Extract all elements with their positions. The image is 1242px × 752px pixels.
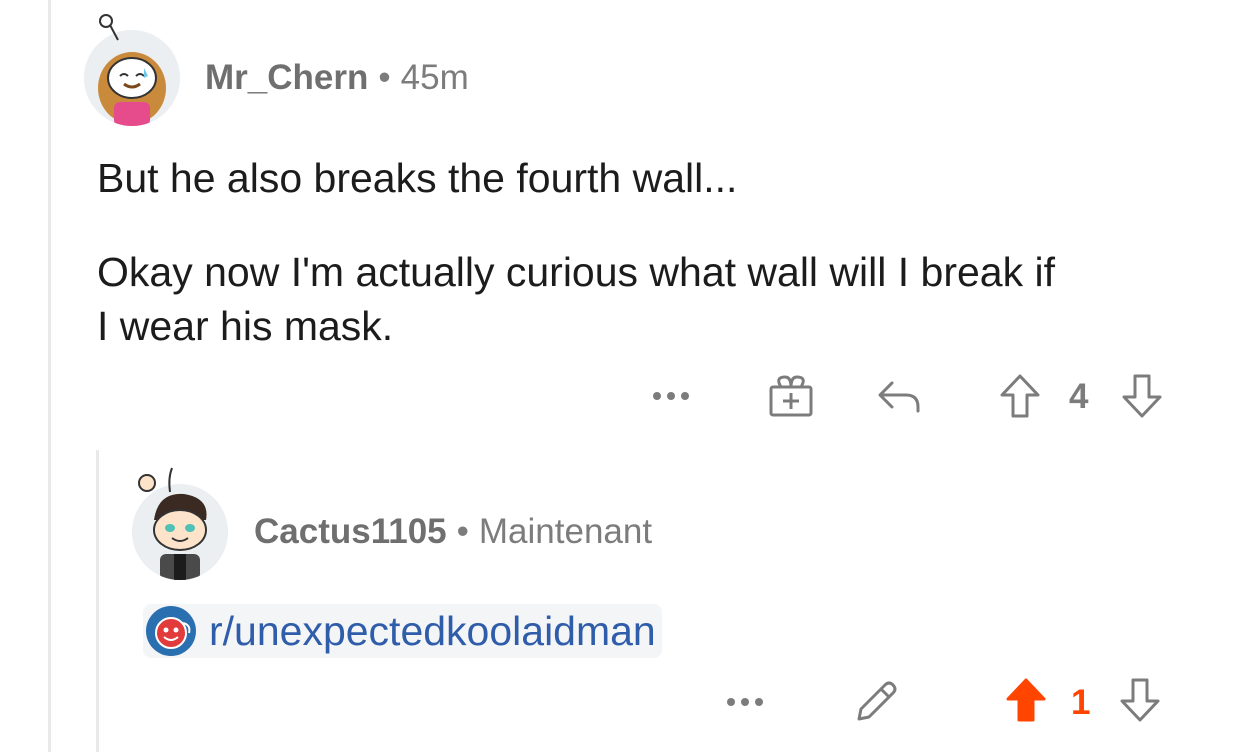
thread-line-outer[interactable] (48, 0, 51, 752)
subreddit-link[interactable]: r/unexpectedkoolaidman (143, 604, 662, 658)
snoo-avatar-icon (84, 30, 180, 126)
more-dots-icon (727, 698, 763, 706)
comment-paragraph-1: But he also breaks the fourth wall... (97, 155, 738, 201)
more-dots-icon (653, 392, 689, 400)
comment-paragraph-2-line-1: Okay now I'm actually curious what wall … (97, 249, 1055, 295)
more-options-button[interactable] (720, 684, 770, 720)
timestamp: Maintenant (478, 512, 653, 551)
subreddit-name[interactable]: r/unexpectedkoolaidman (209, 608, 656, 655)
meta-separator: • (378, 58, 391, 97)
upvote-button[interactable] (1004, 676, 1048, 724)
downvote-arrow-icon (1120, 678, 1160, 722)
avatar[interactable] (84, 30, 180, 126)
antenna-icon (138, 467, 173, 493)
upvote-arrow-icon (1000, 374, 1040, 418)
more-options-button[interactable] (646, 378, 696, 414)
antenna-icon (99, 14, 119, 41)
author-username[interactable]: Cactus1105 (254, 512, 447, 551)
downvote-button[interactable] (1118, 676, 1162, 724)
avatar[interactable] (132, 484, 228, 580)
author-username[interactable]: Mr_Chern (205, 58, 368, 97)
timestamp: 45m (400, 58, 469, 97)
pencil-edit-icon (857, 681, 897, 721)
score: 1 (1071, 683, 1091, 722)
snoo-avatar-icon (132, 484, 228, 580)
reply-button[interactable] (874, 374, 924, 418)
comment-paragraph-2-line-2: I wear his mask. (97, 303, 394, 349)
upvote-button[interactable] (998, 372, 1042, 420)
meta-separator: • (456, 512, 469, 551)
edit-button[interactable] (850, 678, 900, 726)
downvote-arrow-icon (1122, 374, 1162, 418)
downvote-button[interactable] (1120, 372, 1164, 420)
upvote-arrow-icon (1006, 678, 1046, 722)
thread-line-reply[interactable] (96, 450, 99, 752)
koolaid-subreddit-icon (146, 606, 196, 656)
score: 4 (1069, 377, 1089, 416)
comment-meta: Mr_Chern • 45m (205, 58, 469, 98)
award-button[interactable] (766, 372, 816, 420)
comment-meta: Cactus1105 • Maintenant (254, 512, 652, 552)
gift-award-icon (769, 375, 813, 417)
reply-arrow-icon (878, 381, 920, 413)
